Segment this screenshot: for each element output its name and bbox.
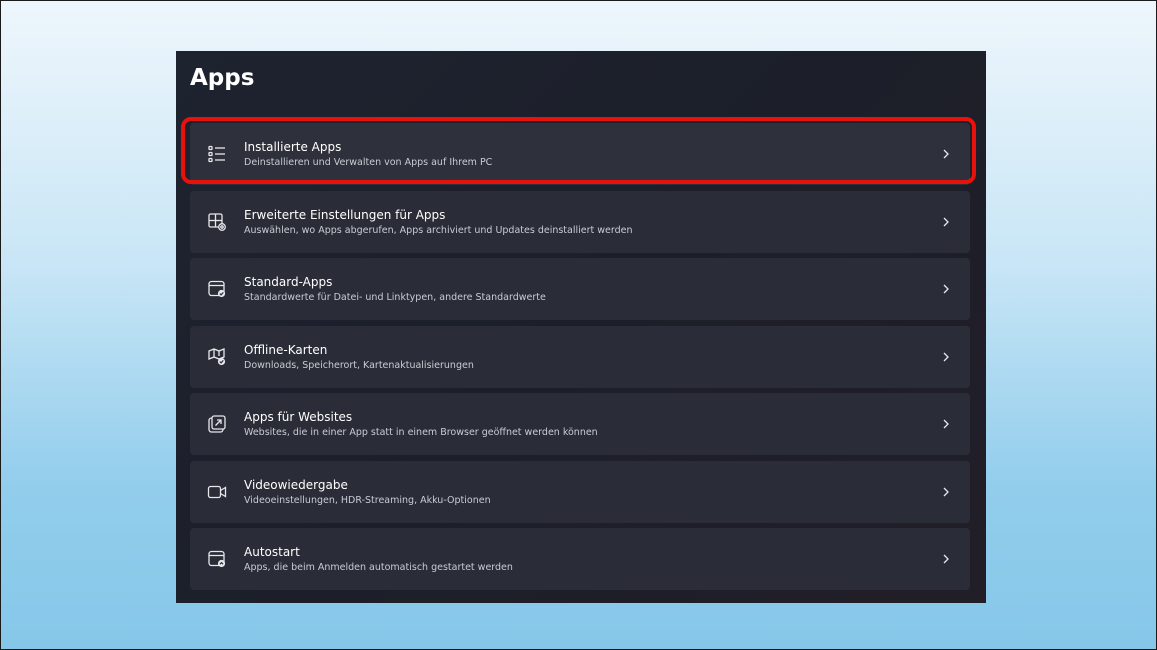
item-description: Downloads, Speicherort, Kartenaktualisie… [244, 359, 474, 371]
chevron-right-icon [940, 485, 952, 499]
video-camera-icon [206, 481, 228, 503]
item-description: Videoeinstellungen, HDR-Streaming, Akku-… [244, 494, 491, 506]
item-description: Apps, die beim Anmelden automatisch gest… [244, 562, 513, 573]
chevron-right-icon [940, 417, 952, 431]
item-autostart[interactable]: Autostart Apps, die beim Anmelden automa… [190, 528, 970, 590]
settings-window: Apps Installierte Apps Deinstallieren un… [176, 51, 986, 603]
item-video-playback[interactable]: Videowiedergabe Videoeinstellungen, HDR-… [190, 460, 970, 523]
startup-icon [206, 548, 228, 570]
item-description: Websites, die in einer App statt in eine… [244, 427, 598, 438]
item-description: Standardwerte für Datei- und Linktypen, … [244, 292, 546, 303]
app-list-icon [206, 143, 228, 165]
chevron-right-icon [940, 350, 952, 364]
chevron-right-icon [940, 552, 952, 566]
item-label: Apps für Websites [244, 410, 353, 424]
item-label: Erweiterte Einstellungen für Apps [244, 207, 446, 222]
chevron-right-icon [940, 147, 952, 161]
chevron-right-icon [940, 215, 952, 229]
item-description: Auswählen, wo Apps abgerufen, Apps archi… [244, 224, 633, 236]
item-label: Standard-Apps [244, 275, 333, 289]
app-settings-icon [206, 211, 228, 233]
map-download-icon [206, 346, 228, 368]
item-description: Deinstallieren und Verwalten von Apps au… [244, 157, 493, 168]
settings-list: Installierte Apps Deinstallieren und Ver… [190, 123, 970, 596]
page-title: Apps [190, 65, 255, 91]
item-label: Autostart [244, 545, 300, 559]
chevron-right-icon [940, 282, 952, 296]
item-label: Installierte Apps [244, 140, 342, 154]
item-advanced-app-settings[interactable]: Erweiterte Einstellungen für Apps Auswäh… [190, 190, 970, 253]
default-apps-icon [206, 278, 228, 300]
item-apps-for-websites[interactable]: Apps für Websites Websites, die in einer… [190, 393, 970, 455]
item-installed-apps[interactable]: Installierte Apps Deinstallieren und Ver… [190, 123, 970, 185]
item-label: Videowiedergabe [244, 477, 348, 492]
item-label: Offline-Karten [244, 342, 328, 357]
item-offline-maps[interactable]: Offline-Karten Downloads, Speicherort, K… [190, 325, 970, 388]
item-default-apps[interactable]: Standard-Apps Standardwerte für Datei- u… [190, 258, 970, 320]
open-external-icon [206, 413, 228, 435]
